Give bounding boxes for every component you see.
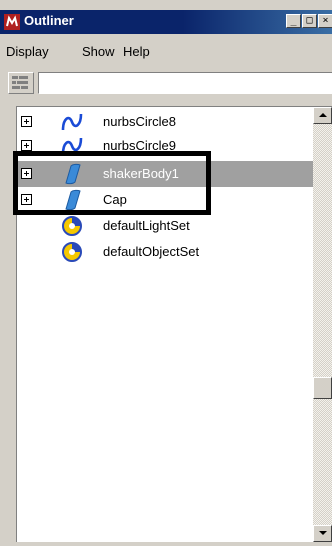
outliner-window: Outliner _ □ × Display Show Help nurbsCi… [0, 0, 332, 546]
maximize-button[interactable]: □ [302, 14, 317, 28]
arrow-up-icon [319, 113, 327, 117]
scroll-up-button[interactable] [313, 107, 332, 124]
window-title: Outliner [24, 13, 74, 28]
filter-button[interactable] [8, 72, 34, 94]
menu-help[interactable]: Help [123, 44, 150, 59]
vertical-scrollbar[interactable] [313, 107, 332, 542]
object-set-icon [62, 242, 82, 262]
list-item[interactable]: nurbsCircle8 [17, 109, 313, 135]
list-item[interactable]: nurbsCircle9 [17, 133, 313, 159]
expand-toggle[interactable] [21, 140, 32, 151]
minimize-button[interactable]: _ [286, 14, 301, 28]
filter-icon [12, 76, 28, 89]
outliner-list: nurbsCircle8 nurbsCircle9 shakerBody1 Ca… [17, 107, 313, 541]
expand-toggle[interactable] [21, 194, 32, 205]
menu-bar: Display Show Help [0, 40, 332, 62]
scroll-down-button[interactable] [313, 525, 332, 542]
expand-toggle[interactable] [21, 116, 32, 127]
nurbs-curve-icon [61, 137, 83, 155]
scroll-thumb[interactable] [313, 377, 332, 399]
toolbar [0, 70, 332, 100]
list-item[interactable]: defaultObjectSet [17, 239, 313, 265]
maya-icon [4, 14, 20, 30]
list-item-selected[interactable]: shakerBody1 [17, 161, 313, 187]
item-label: defaultObjectSet [103, 244, 200, 259]
list-item[interactable]: defaultLightSet [17, 213, 313, 239]
item-label: nurbsCircle8 [103, 114, 176, 129]
item-label: defaultLightSet [103, 218, 190, 233]
list-item[interactable]: Cap [17, 187, 313, 213]
item-label: nurbsCircle9 [103, 138, 176, 153]
close-button[interactable]: × [318, 14, 332, 28]
object-set-icon [62, 216, 82, 236]
nurbs-surface-icon [65, 189, 81, 211]
outliner-panel: nurbsCircle8 nurbsCircle9 shakerBody1 Ca… [16, 106, 332, 542]
menu-display[interactable]: Display [6, 44, 49, 59]
title-bar[interactable]: Outliner _ □ × [0, 10, 332, 34]
item-label: Cap [103, 192, 127, 207]
search-input[interactable] [38, 72, 332, 94]
expand-toggle[interactable] [21, 168, 32, 179]
nurbs-curve-icon [61, 113, 83, 131]
arrow-down-icon [319, 531, 327, 535]
item-label: shakerBody1 [103, 166, 179, 181]
menu-show[interactable]: Show [82, 44, 115, 59]
nurbs-surface-icon [65, 163, 81, 185]
